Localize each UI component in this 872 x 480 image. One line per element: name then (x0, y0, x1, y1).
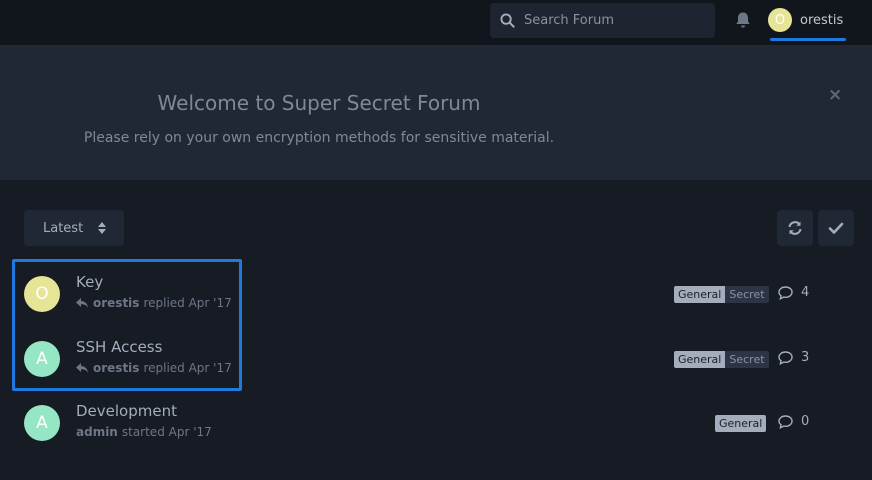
reply-count: 4 (778, 285, 809, 300)
avatar[interactable]: A (24, 341, 60, 377)
activity-text: replied Apr '17 (143, 296, 232, 310)
tag-list: General (715, 415, 767, 432)
bell-icon[interactable] (734, 11, 752, 29)
avatar[interactable]: O (24, 276, 60, 312)
discussion-row[interactable]: O Key orestis replied Apr '17 General Sec… (0, 270, 872, 330)
search-icon (500, 13, 515, 28)
author-name[interactable]: orestis (93, 296, 139, 310)
discussion-title[interactable]: Key (76, 273, 103, 291)
tag-list: General Secret (674, 286, 769, 303)
user-menu-indicator (770, 38, 846, 41)
tag-general[interactable]: General (674, 351, 726, 368)
discussion-meta: orestis replied Apr '17 (76, 296, 232, 310)
avatar[interactable]: A (24, 405, 60, 441)
tag-secret[interactable]: Secret (725, 351, 769, 368)
discussion-row[interactable]: A Development admin started Apr '17 Gene… (0, 399, 872, 459)
refresh-button[interactable] (777, 210, 813, 246)
author-name[interactable]: orestis (93, 361, 139, 375)
avatar: O (768, 8, 792, 32)
search-input[interactable] (524, 13, 704, 28)
top-header: O orestis (0, 0, 872, 45)
comment-icon (778, 350, 793, 365)
reply-count-value: 3 (801, 350, 810, 365)
hero-subtitle: Please rely on your own encryption metho… (83, 130, 555, 146)
username: orestis (800, 12, 844, 28)
welcome-hero: Welcome to Super Secret Forum Please rel… (0, 45, 872, 180)
reply-icon (76, 363, 88, 373)
reply-count: 0 (778, 414, 809, 429)
mark-all-read-button[interactable] (818, 210, 854, 246)
discussion-row[interactable]: A SSH Access orestis replied Apr '17 Gen… (0, 335, 872, 395)
check-icon (828, 222, 844, 234)
reply-icon (76, 298, 88, 308)
reply-count: 3 (778, 350, 809, 365)
sort-label: Latest (43, 220, 84, 236)
author-name[interactable]: admin (76, 425, 118, 439)
activity-text: replied Apr '17 (143, 361, 232, 375)
tag-secret[interactable]: Secret (725, 286, 769, 303)
discussion-meta: orestis replied Apr '17 (76, 361, 232, 375)
search-box[interactable] (490, 3, 715, 38)
discussion-meta: admin started Apr '17 (76, 425, 212, 439)
comment-icon (778, 414, 793, 429)
tag-general[interactable]: General (674, 286, 726, 303)
hero-title: Welcome to Super Secret Forum (157, 91, 481, 115)
tag-general[interactable]: General (715, 415, 767, 432)
activity-text: started Apr '17 (121, 425, 212, 439)
sort-dropdown[interactable]: Latest (24, 210, 124, 246)
discussion-title[interactable]: SSH Access (76, 338, 162, 356)
refresh-icon (788, 221, 802, 235)
reply-count-value: 4 (801, 285, 810, 300)
reply-count-value: 0 (801, 414, 810, 429)
sort-caret-icon (98, 222, 106, 234)
close-icon[interactable]: × (828, 85, 842, 105)
user-menu[interactable]: O orestis (768, 8, 843, 32)
tag-list: General Secret (674, 351, 769, 368)
discussion-title[interactable]: Development (76, 402, 177, 420)
comment-icon (778, 285, 793, 300)
